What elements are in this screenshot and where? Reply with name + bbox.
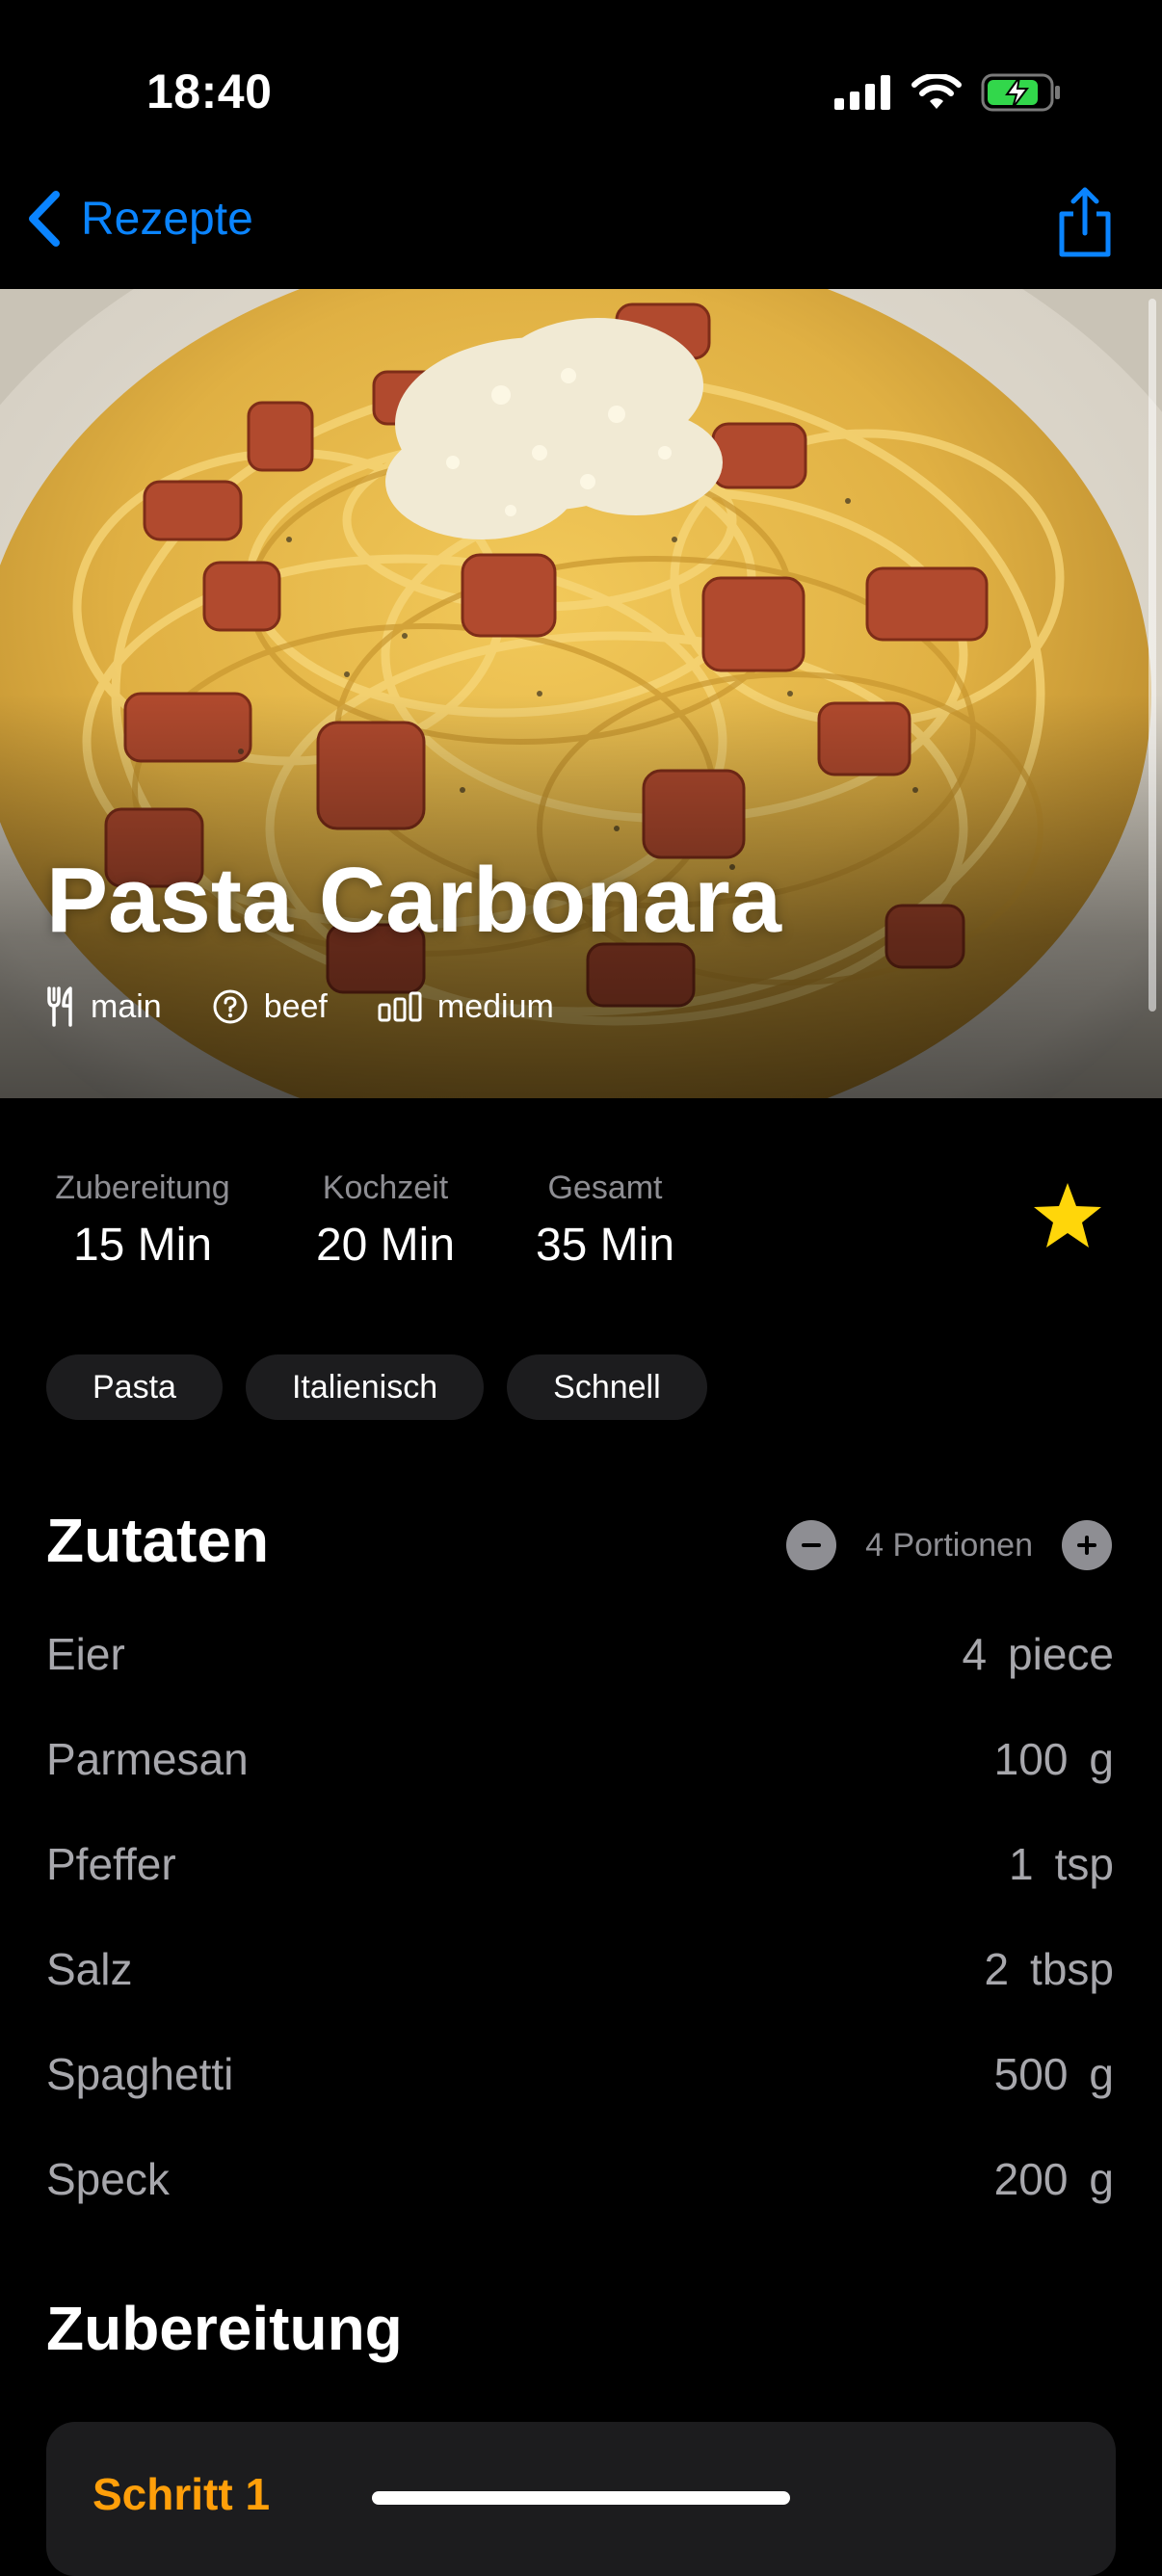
ingredient-amount: 100 — [993, 1734, 1069, 1784]
ingredient-amount: 2 — [984, 1944, 1010, 1994]
minus-icon — [802, 1543, 822, 1547]
ingredient-name: Eier — [46, 1629, 125, 1679]
difficulty-bars-icon — [378, 991, 422, 1022]
ingredient-quantity: 2 tbsp — [984, 1943, 1114, 1995]
home-indicator[interactable] — [372, 2491, 790, 2505]
back-button[interactable]: Rezepte — [25, 191, 253, 247]
ingredient-quantity: 1 tsp — [1009, 1838, 1114, 1890]
meta-category: main — [46, 986, 162, 1027]
ingredient-amount: 1 — [1009, 1839, 1034, 1889]
tag-pasta[interactable]: Pasta — [46, 1354, 223, 1420]
recipe-times: Zubereitung 15 Min Kochzeit 20 Min Gesam… — [46, 1170, 692, 1272]
step-label: Schritt 1 — [92, 2469, 271, 2519]
time-cook-label: Kochzeit — [322, 1170, 449, 1206]
ingredient-unit: g — [1089, 2049, 1114, 2099]
ingredient-list: Eier 4 piece Parmesan 100 g Pfeffer 1 ts… — [46, 1628, 1114, 2258]
question-circle-icon — [213, 989, 248, 1024]
signal-icon — [834, 75, 890, 110]
tag-list: Pasta Italienisch Schnell — [46, 1354, 707, 1420]
chevron-left-icon — [29, 191, 60, 247]
recipe-meta: main beef medium — [46, 986, 554, 1027]
ingredient-row: Parmesan 100 g — [46, 1733, 1114, 1838]
ingredient-row: Eier 4 piece — [46, 1628, 1114, 1733]
ingredient-row: Spaghetti 500 g — [46, 2048, 1114, 2153]
ingredient-row: Salz 2 tbsp — [46, 1943, 1114, 2048]
meta-protein: beef — [212, 988, 328, 1026]
ingredient-quantity: 500 g — [994, 2048, 1114, 2100]
ingredient-row: Speck 200 g — [46, 2153, 1114, 2258]
meta-difficulty: medium — [378, 988, 554, 1026]
favorite-button[interactable] — [1031, 1181, 1104, 1255]
plus-icon — [1077, 1536, 1096, 1555]
tag-italienisch[interactable]: Italienisch — [245, 1354, 485, 1420]
scroll-indicator[interactable] — [1149, 299, 1156, 1012]
decrease-servings-button[interactable] — [786, 1520, 837, 1570]
time-prep-label: Zubereitung — [55, 1170, 230, 1206]
ingredient-unit: piece — [1008, 1629, 1114, 1679]
time-prep: Zubereitung 15 Min — [46, 1170, 239, 1272]
ingredient-unit: tbsp — [1030, 1944, 1114, 1994]
status-icons — [834, 73, 1062, 112]
servings-label: 4 Portionen — [865, 1526, 1033, 1564]
ingredient-amount: 200 — [993, 2154, 1069, 2204]
star-icon — [1034, 1183, 1101, 1248]
back-button-label: Rezepte — [81, 193, 253, 245]
time-cook: Kochzeit 20 Min — [289, 1170, 482, 1272]
time-total: Gesamt 35 Min — [518, 1170, 692, 1272]
ingredient-amount: 4 — [962, 1629, 988, 1679]
ingredient-name: Pfeffer — [46, 1839, 176, 1889]
meta-category-label: main — [91, 987, 162, 1025]
ingredient-name: Salz — [46, 1944, 133, 1994]
ingredient-unit: tsp — [1054, 1839, 1114, 1889]
battery-charging-icon — [981, 73, 1060, 112]
ingredient-row: Pfeffer 1 tsp — [46, 1838, 1114, 1943]
recipe-hero-image — [0, 289, 1162, 1098]
increase-servings-button[interactable] — [1062, 1520, 1112, 1570]
ingredient-name: Spaghetti — [46, 2049, 234, 2099]
ingredient-amount: 500 — [993, 2049, 1069, 2099]
meta-difficulty-label: medium — [436, 987, 554, 1025]
ingredient-quantity: 100 g — [994, 1733, 1114, 1785]
share-icon — [1059, 187, 1111, 257]
ingredient-unit: g — [1089, 2154, 1114, 2204]
recipe-title: Pasta Carbonara — [46, 849, 781, 952]
ingredient-unit: g — [1089, 1734, 1114, 1784]
tag-schnell[interactable]: Schnell — [507, 1354, 707, 1420]
servings-stepper: 4 Portionen — [786, 1520, 1112, 1570]
ingredient-quantity: 200 g — [994, 2153, 1114, 2205]
time-total-value: 35 Min — [535, 1220, 675, 1271]
ingredient-name: Parmesan — [46, 1734, 249, 1784]
time-total-label: Gesamt — [547, 1170, 663, 1206]
share-button[interactable] — [1054, 187, 1116, 263]
ingredient-name: Speck — [46, 2154, 170, 2204]
wifi-icon — [911, 74, 962, 109]
fork-knife-icon — [47, 986, 72, 1027]
ingredients-heading: Zutaten — [46, 1506, 270, 1575]
time-prep-value: 15 Min — [72, 1220, 213, 1271]
status-time: 18:40 — [146, 65, 273, 118]
preparation-heading: Zubereitung — [46, 2294, 403, 2363]
ingredient-quantity: 4 piece — [962, 1628, 1114, 1680]
meta-protein-label: beef — [263, 987, 328, 1025]
time-cook-value: 20 Min — [315, 1220, 456, 1271]
